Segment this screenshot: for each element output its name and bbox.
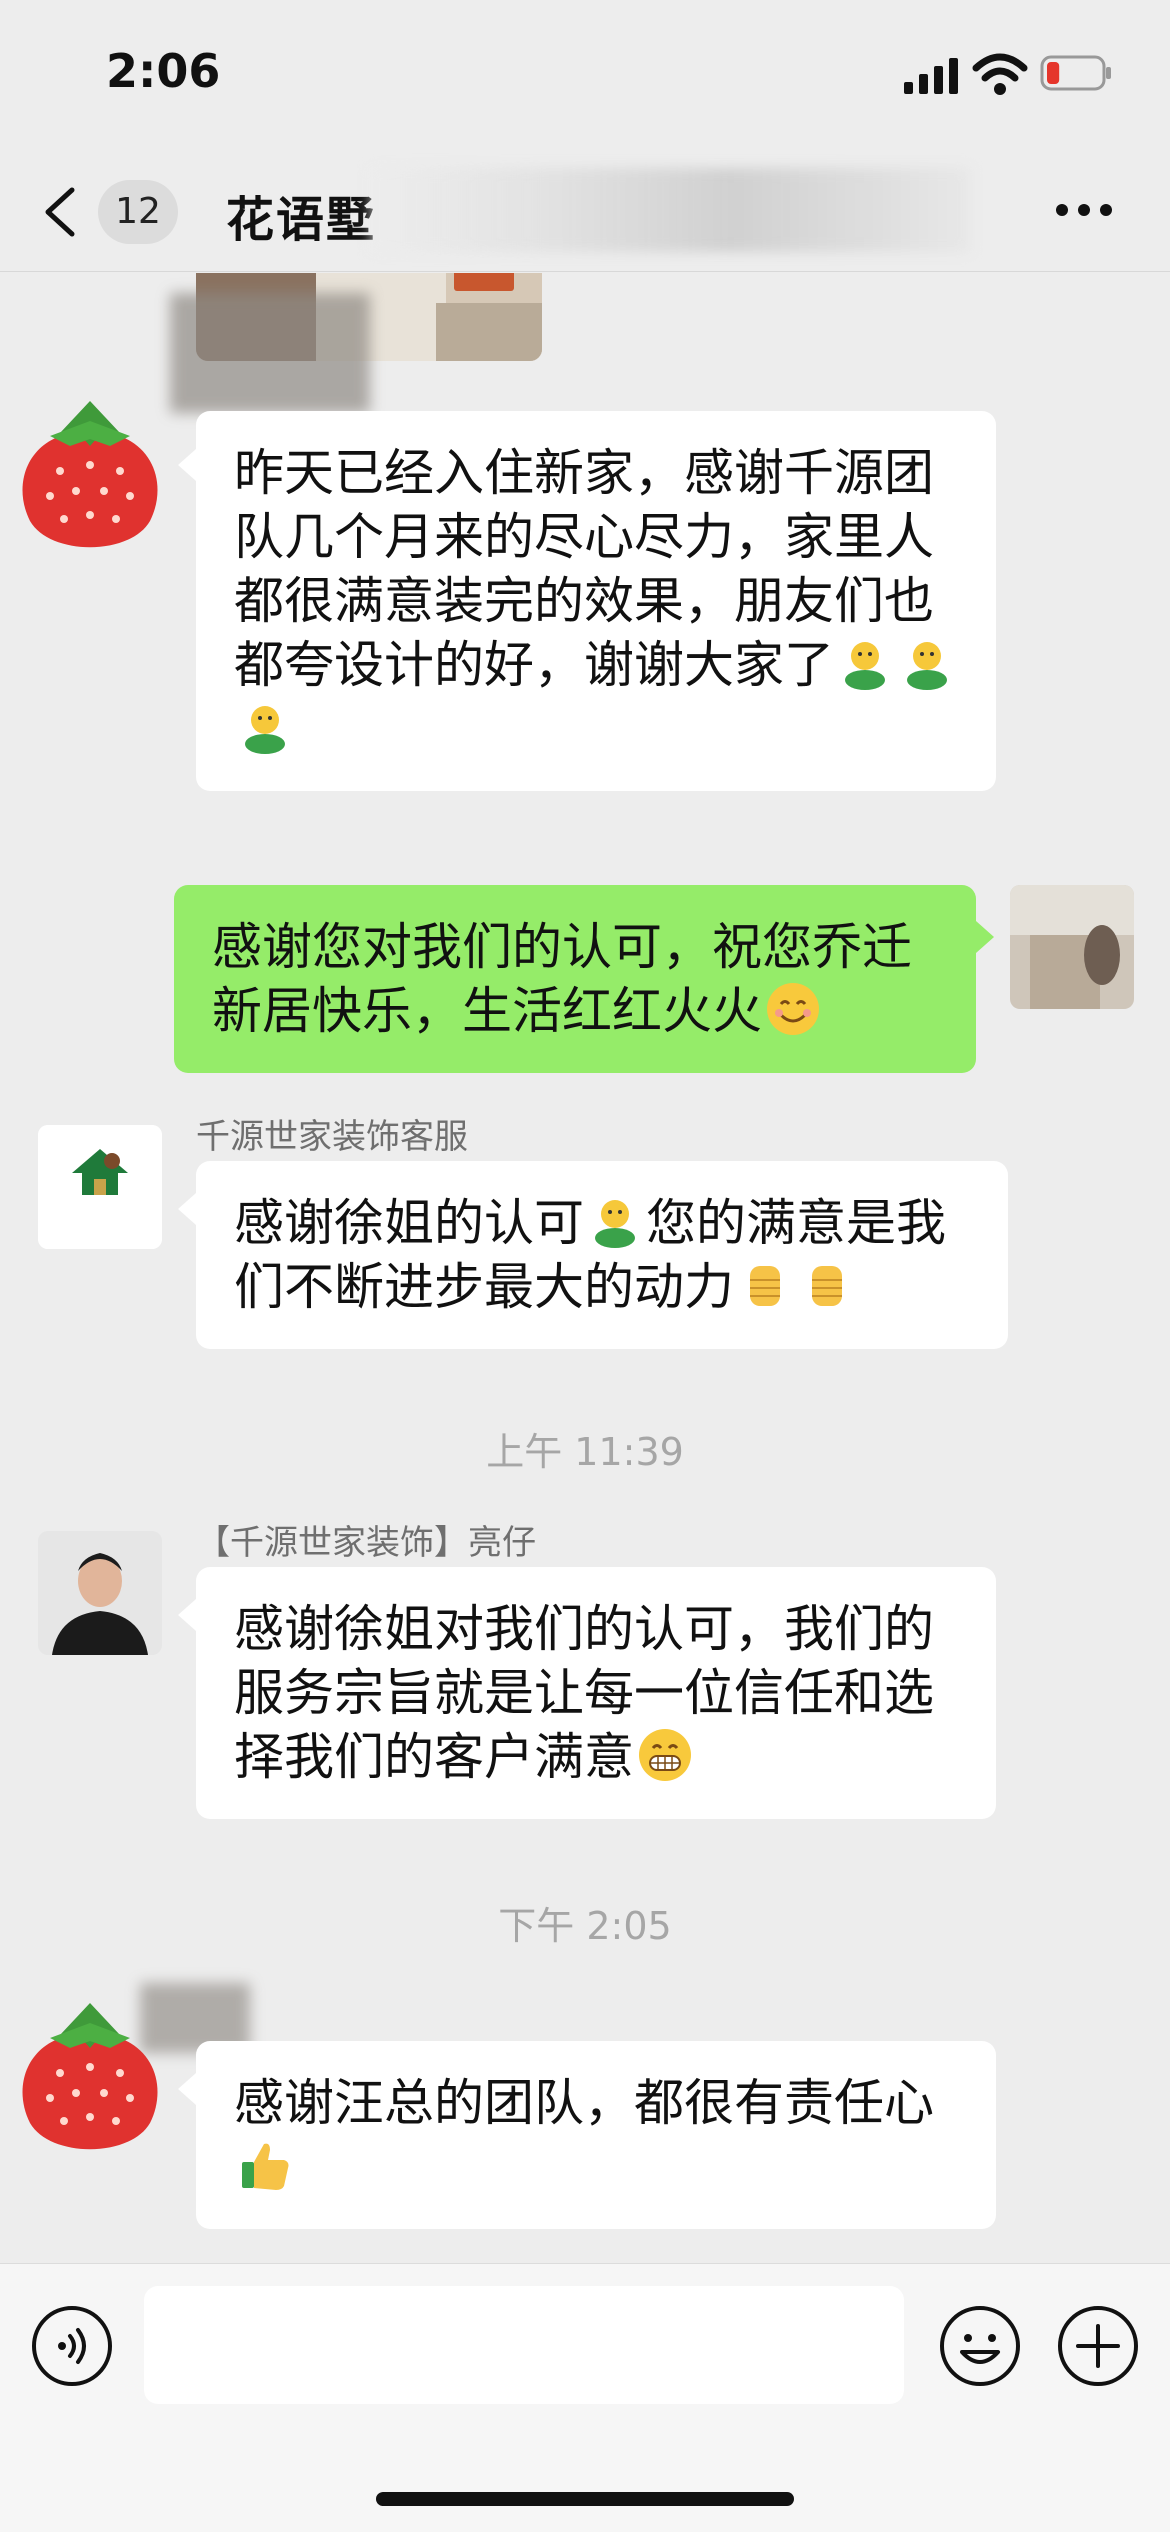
my-message-bubble[interactable]: 感谢您对我们的认可，祝您乔迁新居快乐，生活红红火火 xyxy=(174,885,976,1073)
chat-title: 花语墅 xyxy=(226,192,377,248)
message-input[interactable] xyxy=(144,2286,904,2404)
sender-name: 千源世家装饰客服 xyxy=(196,1117,468,1157)
message-text: 感谢徐姐对我们的认可，我们的服务宗旨就是让每一位信任和选择我们的客户满意 xyxy=(234,1600,934,1786)
timestamp: 上午 11:39 xyxy=(486,1430,684,1474)
message-bubble[interactable]: 感谢汪总的团队，都很有责任心 xyxy=(196,2041,996,2229)
more-options-icon[interactable] xyxy=(1054,190,1114,230)
bubble-tail xyxy=(178,449,196,481)
company-logo-icon xyxy=(38,1125,162,1249)
battery-icon xyxy=(1040,55,1111,91)
nav-bar: 12 花语墅 xyxy=(0,150,1170,272)
bubble-tail xyxy=(178,1599,196,1631)
sender-name: 【千源世家装饰】亮仔 xyxy=(196,1523,536,1563)
strawberry-avatar[interactable] xyxy=(10,391,170,561)
user-photo-avatar xyxy=(1010,885,1134,1009)
blurred-nickname-patch xyxy=(170,293,370,413)
thumbs-figure-emoji xyxy=(907,642,947,690)
bubble-tail xyxy=(976,921,994,953)
input-bar xyxy=(0,2263,1170,2532)
message-bubble[interactable]: 昨天已经入住新家，感谢千源团队几个月来的尽心尽力，家里人都很满意装完的效果，朋友… xyxy=(196,411,996,791)
my-avatar[interactable] xyxy=(1010,885,1134,1009)
wifi-icon xyxy=(972,53,1028,95)
plus-more-icon[interactable] xyxy=(1056,2304,1140,2388)
chat-message-list[interactable]: 昨天已经入住新家，感谢千源团队几个月来的尽心尽力，家里人都很满意装完的效果，朋友… xyxy=(0,273,1170,2263)
strawberry-avatar[interactable] xyxy=(10,1993,170,2163)
thumbs-figure-emoji xyxy=(245,706,285,754)
message-bubble[interactable]: 感谢徐姐对我们的认可，我们的服务宗旨就是让每一位信任和选择我们的客户满意 xyxy=(196,1567,996,1819)
title-blur-mask xyxy=(370,168,970,252)
message-text: 感谢汪总的团队，都很有责任心 xyxy=(234,2074,934,2132)
unread-count-badge: 12 xyxy=(98,180,178,244)
message-text: 昨天已经入住新家，感谢千源团队几个月来的尽心尽力，家里人都很满意装完的效果，朋友… xyxy=(234,444,934,694)
bubble-tail xyxy=(178,1193,196,1225)
smile-emoji xyxy=(767,983,819,1035)
cellular-signal-icon xyxy=(904,58,958,94)
strawberry-icon xyxy=(22,2003,158,2150)
staff-avatar[interactable] xyxy=(38,1531,162,1655)
person-photo-avatar xyxy=(38,1531,162,1655)
status-time: 2:06 xyxy=(106,44,221,98)
home-indicator[interactable] xyxy=(376,2492,794,2506)
timestamp: 下午 2:05 xyxy=(498,1904,672,1948)
back-button[interactable]: 12 xyxy=(40,174,190,250)
emoji-group xyxy=(734,1258,858,1316)
message-bubble[interactable]: 感谢徐姐的认可 您的满意是我们不断进步最大的动力 xyxy=(196,1161,1008,1349)
voice-input-icon[interactable] xyxy=(30,2304,114,2388)
company-logo-avatar[interactable] xyxy=(38,1125,162,1249)
status-bar: 2:06 xyxy=(0,0,1170,150)
emoji-group xyxy=(234,2138,296,2196)
thumbs-figure-emoji xyxy=(595,1200,635,1248)
grin-emoji xyxy=(639,1729,691,1781)
fist-emoji xyxy=(750,1266,780,1306)
emoji-group xyxy=(634,1728,696,1786)
thumbs-figure-emoji xyxy=(845,642,885,690)
bubble-tail xyxy=(178,2073,196,2105)
message-text: 感谢徐姐的认可 xyxy=(234,1194,584,1252)
chevron-left-icon xyxy=(45,187,75,237)
fist-emoji xyxy=(812,1266,842,1306)
emoji-group xyxy=(762,982,824,1040)
strawberry-icon xyxy=(22,401,158,548)
emoji-picker-icon[interactable] xyxy=(938,2304,1022,2388)
thumbs-up-emoji xyxy=(242,2143,289,2190)
